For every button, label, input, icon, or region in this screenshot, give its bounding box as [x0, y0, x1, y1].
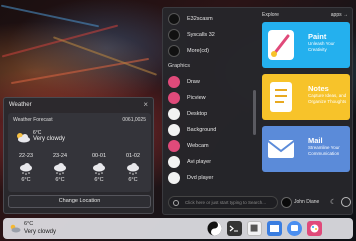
- forecast-item: 00-01 6°C: [88, 153, 110, 183]
- change-location-button[interactable]: Change Location: [8, 195, 151, 208]
- gear-icon: [168, 12, 180, 25]
- weather-forecast-card: Weather Forecast 0061,0025 6°C Very clow…: [8, 113, 151, 192]
- weather-window: Weather × Weather Forecast 0061,0025 6°C…: [3, 97, 154, 214]
- app-item[interactable]: Syscalls 32: [168, 28, 215, 41]
- app-list: E32scasm Syscalls 32 More(cd) Graphics D…: [163, 8, 256, 193]
- avatar[interactable]: [281, 197, 292, 208]
- sun-cloud-icon: [10, 224, 21, 233]
- sun-cloud-icon: [17, 133, 30, 143]
- tile-name: Paint: [308, 32, 327, 41]
- forecast-temp: 6°C: [94, 177, 104, 183]
- mail-tile[interactable]: Mail Streamline Your Communication: [262, 126, 350, 172]
- app-item[interactable]: Picview: [168, 91, 206, 104]
- forecast-item: 22-23 6°C: [15, 153, 37, 183]
- explore-panel: Explore apps → Paint Unleash Your Creati…: [258, 8, 354, 193]
- tile-desc: Unleash Your Creativity: [308, 41, 335, 52]
- app-label: Webcam: [187, 142, 209, 149]
- forecast-item: 23-24 6°C: [49, 153, 71, 183]
- paint-brush-icon: [268, 30, 294, 60]
- forecast-temp: 6°C: [21, 177, 31, 183]
- app-label: Desktop: [187, 110, 208, 117]
- forecast-day: 23-24: [52, 153, 68, 159]
- explore-heading: Explore: [262, 12, 279, 18]
- avi-player-icon: [168, 155, 180, 168]
- forecast-item: 01-02 6°C: [122, 153, 144, 183]
- cloud-snow-icon: [20, 163, 32, 175]
- app-label: Draw: [187, 78, 200, 85]
- forecast-time: 0061,0025: [122, 117, 146, 123]
- tile-desc: Streamline Your Communication: [308, 145, 340, 156]
- taskbar-temp: 6°C: [24, 221, 34, 227]
- app-label: More(cd): [187, 47, 210, 54]
- tile-name: Mail: [308, 136, 323, 145]
- app-item[interactable]: Desktop: [168, 107, 207, 120]
- app-item[interactable]: More(cd): [168, 44, 209, 57]
- cloud-snow-icon: [127, 163, 139, 175]
- section-header: Graphics: [168, 63, 191, 69]
- forecast-day: 00-01: [91, 153, 107, 159]
- app-item[interactable]: Avi player: [168, 155, 211, 168]
- mail-icon: [267, 140, 295, 158]
- desktop-icon: [168, 107, 180, 120]
- taskbar-weather-desc: Very clowdy: [24, 229, 57, 235]
- wallpaper-streak: [0, 4, 100, 28]
- forecast-temp: 6°C: [128, 177, 138, 183]
- app-label: E32scasm: [187, 15, 213, 22]
- paint-tile[interactable]: Paint Unleash Your Creativity: [262, 22, 350, 68]
- taskbar: 6°C Very clowdy: [3, 218, 353, 239]
- app-item[interactable]: Background: [168, 123, 216, 136]
- cloud-snow-icon: [93, 163, 105, 175]
- search-input[interactable]: Click here or just start typing to Searc…: [168, 196, 278, 209]
- power-icon[interactable]: [341, 197, 351, 207]
- window-icon[interactable]: [267, 221, 282, 236]
- weather-window-title: Weather: [9, 102, 32, 108]
- user-name: John Diane: [294, 199, 320, 205]
- chip-icon[interactable]: [247, 221, 262, 236]
- forecast-day: 22-23: [18, 153, 34, 159]
- dvd-player-icon: [168, 171, 180, 184]
- gear-icon: [168, 44, 180, 57]
- search-icon: [173, 200, 179, 206]
- notes-tile[interactable]: Notes Capture Ideas, and Organize Though…: [262, 74, 350, 120]
- app-label: Background: [187, 126, 217, 133]
- scrollbar[interactable]: [253, 90, 256, 135]
- close-icon[interactable]: ×: [143, 100, 148, 109]
- app-item[interactable]: Draw: [168, 75, 200, 88]
- apps-link[interactable]: apps →: [331, 12, 348, 18]
- tile-name: Notes: [308, 84, 329, 93]
- app-label: Syscalls 32: [187, 31, 215, 38]
- yin-yang-icon[interactable]: [207, 221, 222, 236]
- forecast-day: 01-02: [125, 153, 141, 159]
- background-icon: [168, 123, 180, 136]
- wallpaper-streak: [52, 36, 158, 76]
- cloud-snow-icon: [54, 163, 66, 175]
- draw-icon: [168, 75, 180, 88]
- tile-desc: Capture Ideas, and Organize Thoughts: [308, 93, 347, 104]
- paint-icon[interactable]: [307, 221, 322, 236]
- picview-icon: [168, 91, 180, 104]
- app-item[interactable]: Webcam: [168, 139, 209, 152]
- forecast-temp: 6°C: [55, 177, 65, 183]
- sleep-icon[interactable]: ☾: [330, 198, 336, 206]
- forecast-title: Weather Forecast: [13, 117, 53, 123]
- app-item[interactable]: E32scasm: [168, 12, 213, 25]
- terminal-icon[interactable]: [227, 221, 242, 236]
- chat-icon[interactable]: [287, 221, 302, 236]
- current-desc: Very clowdy: [33, 136, 66, 142]
- notes-icon: [270, 82, 292, 112]
- start-menu: E32scasm Syscalls 32 More(cd) Graphics D…: [162, 7, 353, 215]
- wallpaper-streak: [10, 57, 150, 85]
- gear-icon: [168, 28, 180, 41]
- app-label: Avi player: [187, 158, 212, 165]
- webcam-icon: [168, 139, 180, 152]
- app-label: Dvd player: [187, 174, 214, 181]
- app-item[interactable]: Dvd player: [168, 171, 213, 184]
- app-label: Picview: [187, 94, 206, 101]
